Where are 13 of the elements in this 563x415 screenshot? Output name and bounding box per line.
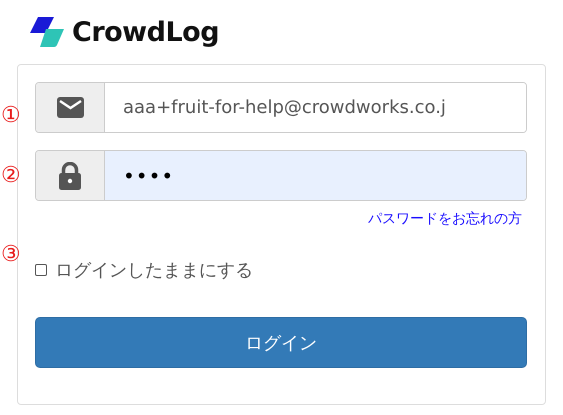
checkbox-label: ログインしたままにする: [55, 259, 253, 282]
envelope-icon: [56, 97, 84, 118]
checkbox[interactable]: [35, 264, 47, 276]
lock-icon: [59, 162, 81, 190]
annotation-number: ②: [1, 164, 21, 186]
logo-icon: [30, 17, 64, 47]
annotation-number: ③: [1, 244, 21, 266]
forgot-password-link[interactable]: パスワードをお忘れの方: [368, 210, 522, 228]
email-field[interactable]: aaa+fruit-for-help@crowdworks.co.j: [35, 82, 527, 133]
login-button[interactable]: ログイン: [35, 317, 527, 368]
password-field[interactable]: ••••: [35, 150, 527, 201]
annotation-number: ①: [1, 105, 21, 127]
logo-text: CrowdLog: [72, 16, 220, 48]
